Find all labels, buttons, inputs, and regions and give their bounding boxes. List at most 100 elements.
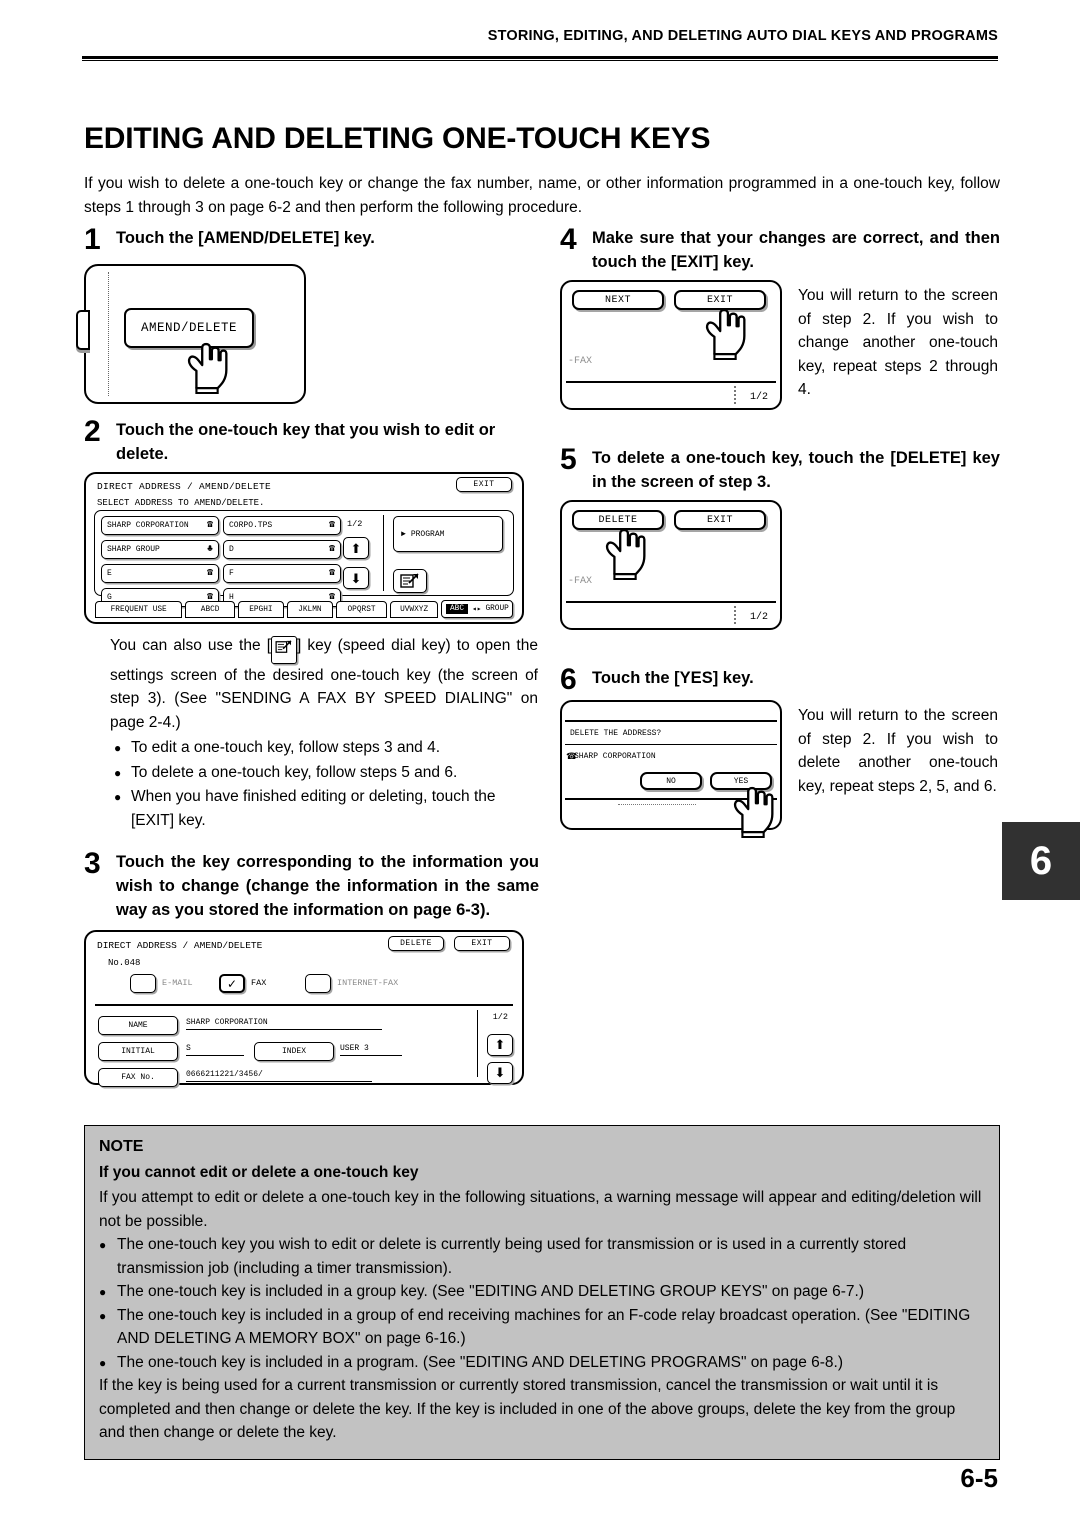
document-page: STORING, EDITING, AND DELETING AUTO DIAL…	[0, 0, 1080, 1528]
fax-mode-label: -FAX	[568, 576, 593, 587]
note-subheading: If you cannot edit or delete a one-touch…	[99, 1164, 419, 1181]
internet-fax-checkbox[interactable]	[305, 974, 331, 993]
page-title: EDITING AND DELETING ONE-TOUCH KEYS	[84, 122, 711, 155]
scroll-up-icon[interactable]: ⬆	[343, 537, 369, 559]
name-field-key[interactable]: NAME	[98, 1016, 178, 1035]
screen3-exit-key[interactable]: EXIT	[454, 936, 510, 951]
initial-field-value: S	[186, 1044, 244, 1056]
step-3-title: Touch the key corresponding to the infor…	[116, 853, 539, 919]
email-checkbox[interactable]	[130, 974, 156, 993]
exit-key[interactable]: EXIT	[674, 290, 766, 310]
index-field-key[interactable]: INDEX	[254, 1042, 334, 1061]
tab-frequent-use[interactable]: FREQUENT USE	[95, 601, 183, 618]
step-4: 4 Make sure that your changes are correc…	[560, 225, 1000, 410]
fax-checkbox-label: FAX	[251, 978, 267, 988]
screen3-delete-key[interactable]: DELETE	[388, 936, 444, 951]
step-5: 5 To delete a one-touch key, touch the […	[560, 443, 1000, 630]
running-header: STORING, EDITING, AND DELETING AUTO DIAL…	[487, 28, 998, 44]
note-list-item: The one-touch key is included in a group…	[99, 1280, 985, 1304]
screen4-divider	[566, 381, 776, 383]
name-field-value: SHARP CORPORATION	[186, 1018, 382, 1030]
step-2-note: You can also use the [] key (speed dial …	[110, 634, 538, 734]
initial-field-key[interactable]: INITIAL	[98, 1042, 178, 1061]
one-touch-key[interactable]: E ☎	[101, 564, 219, 583]
step-4-screen: NEXT EXIT -FAX 1/2	[560, 280, 782, 410]
amend-delete-key[interactable]: AMEND/DELETE	[124, 308, 254, 348]
step-6-title: Touch the [YES] key.	[592, 669, 754, 687]
screen2-exit-key[interactable]: EXIT	[456, 477, 512, 492]
step-5-screen: DELETE EXIT -FAX 1/2	[560, 500, 782, 630]
delete-key[interactable]: DELETE	[572, 510, 664, 530]
intro-paragraph: If you wish to delete a one-touch key or…	[84, 175, 1000, 216]
tab-epghi[interactable]: EPGHI	[237, 601, 284, 618]
screen2-index-tabs: FREQUENT USE ABCD EPGHI JKLMN OPQRST UVW…	[95, 600, 513, 618]
one-touch-key-label: CORPO.TPS	[229, 521, 273, 530]
screen2-left-keys: SHARP CORPORATION ☎ SHARP GROUP ♣ E ☎ G …	[101, 516, 219, 612]
step-5-number: 5	[560, 443, 577, 476]
screen4-dotted-divider	[734, 386, 736, 404]
list-item: To delete a one-touch key, follow steps …	[114, 761, 538, 785]
screen3-divider	[95, 1004, 513, 1006]
one-touch-key[interactable]: F ☎	[223, 564, 341, 583]
step-2: 2 Touch the one-touch key that you wish …	[84, 417, 539, 832]
header-rule	[82, 56, 998, 61]
index-field-value: USER 3	[340, 1044, 402, 1056]
program-key[interactable]: ► PROGRAM	[393, 516, 503, 552]
hand-pointer-icon	[705, 308, 746, 360]
one-touch-key-label: SHARP GROUP	[107, 545, 160, 554]
note-paragraph: If you attempt to edit or delete a one-t…	[99, 1189, 982, 1230]
page-number: 6-5	[960, 1463, 998, 1493]
screen3-page-indicator: 1/2	[492, 1012, 508, 1022]
internet-fax-checkbox-label: INTERNET-FAX	[337, 978, 399, 988]
speed-dial-icon	[275, 640, 292, 653]
hand-pointer-icon	[605, 528, 646, 580]
note-list-item: The one-touch key is included in a progr…	[99, 1351, 985, 1375]
email-checkbox-label: E-MAIL	[162, 978, 193, 988]
fax-checkbox[interactable]: ✓	[219, 974, 245, 993]
step-6-number: 6	[560, 663, 577, 696]
step-6: 6 Touch the [YES] key. DELETE THE ADDRES…	[560, 663, 1000, 838]
note-box: NOTE If you cannot edit or delete a one-…	[84, 1125, 1000, 1460]
scroll-down-icon[interactable]: ⬇	[487, 1062, 513, 1084]
yes-key[interactable]: YES	[710, 772, 772, 790]
step-3-screen: DIRECT ADDRESS / AMEND/DELETE DELETE EXI…	[84, 930, 524, 1087]
speed-dial-key-inline[interactable]	[271, 636, 297, 664]
one-touch-key[interactable]: SHARP GROUP ♣	[101, 540, 219, 559]
no-key[interactable]: NO	[640, 772, 702, 790]
note-closing: If the key is being used for a current t…	[99, 1377, 956, 1441]
tab-uvwxyz[interactable]: UVWXYZ	[390, 601, 438, 618]
step-4-title: Make sure that your changes are correct,…	[592, 229, 1000, 271]
step-5-title: To delete a one-touch key, touch the [DE…	[592, 449, 1000, 491]
phone-icon: ☎	[206, 520, 213, 531]
note-list-item: The one-touch key is included in a group…	[99, 1304, 985, 1351]
right-column: 4 Make sure that your changes are correc…	[560, 225, 1000, 838]
speed-dial-icon	[400, 573, 419, 588]
scroll-up-icon[interactable]: ⬆	[487, 1034, 513, 1056]
tab-jklmn[interactable]: JKLMN	[286, 601, 333, 618]
screen4-page-indicator: 1/2	[749, 392, 768, 403]
one-touch-key[interactable]: SHARP CORPORATION ☎	[101, 516, 219, 535]
abc-group-toggle[interactable]: ABC ◂▸ GROUP	[441, 600, 513, 618]
scroll-down-icon[interactable]: ⬇	[343, 567, 369, 589]
screen5-dotted-divider	[734, 606, 736, 624]
screen5-page-indicator: 1/2	[749, 612, 768, 623]
one-touch-key[interactable]: CORPO.TPS ☎	[223, 516, 341, 535]
fax-no-field-key[interactable]: FAX No.	[98, 1068, 178, 1087]
tab-opqrst[interactable]: OPQRST	[335, 601, 388, 618]
group-icon: ♣	[206, 544, 213, 555]
one-touch-key[interactable]: D ☎	[223, 540, 341, 559]
next-key[interactable]: NEXT	[572, 290, 664, 310]
list-item: To edit a one-touch key, follow steps 3 …	[114, 736, 538, 760]
tab-abcd[interactable]: ABCD	[185, 601, 235, 618]
delete-confirm-question: DELETE THE ADDRESS?	[570, 729, 662, 738]
one-touch-key-label: F	[229, 569, 234, 578]
screen2-subtitle: SELECT ADDRESS TO AMEND/DELETE.	[97, 498, 265, 508]
list-item: When you have finished editing or deleti…	[114, 785, 538, 832]
step-1-operation-panel: AMEND/DELETE	[76, 264, 306, 404]
step-2-note-part1: You can also use the [	[110, 637, 271, 654]
screen3-right-divider	[477, 1010, 478, 1077]
speed-dial-key[interactable]	[393, 569, 427, 593]
exit-key[interactable]: EXIT	[674, 510, 766, 530]
step-4-note: You will return to the screen of step 2.…	[798, 287, 998, 398]
one-touch-key-label: D	[229, 545, 234, 554]
